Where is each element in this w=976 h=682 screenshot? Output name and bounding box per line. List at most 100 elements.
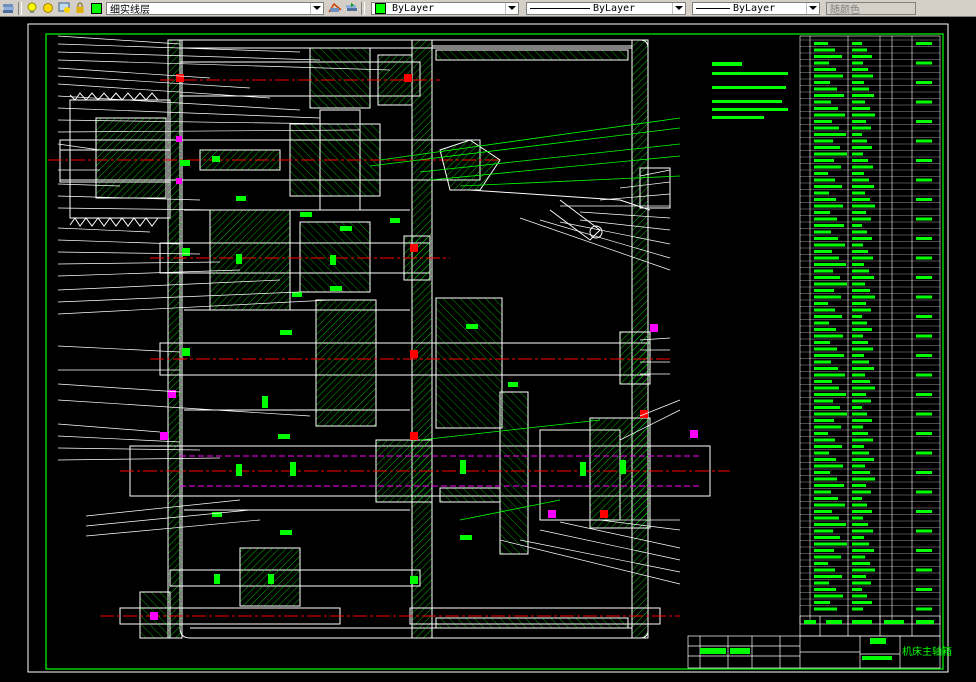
drawing-canvas[interactable]: 机床主轴箱 xyxy=(0,17,976,682)
bom-row-material-mark xyxy=(852,536,864,539)
chevron-down-icon[interactable] xyxy=(672,2,685,14)
bom-row-name-mark xyxy=(814,516,839,520)
lock-icon[interactable] xyxy=(73,2,87,15)
bom-row-material-mark xyxy=(852,458,874,461)
bom-row-name-mark xyxy=(814,568,835,572)
bom-row-material-mark xyxy=(852,328,872,331)
bom-row-material-mark xyxy=(852,360,869,364)
sun-freeze-icon[interactable] xyxy=(41,2,55,15)
bom-row-note-mark xyxy=(916,451,932,455)
bom-row-note-mark xyxy=(916,471,932,474)
bom-row-name-mark xyxy=(814,217,837,221)
bom-row-name-mark xyxy=(814,328,836,331)
bom-row-material-mark xyxy=(852,386,875,390)
bom-row-name-mark xyxy=(814,536,840,539)
bom-row-material-mark xyxy=(852,568,875,572)
bom-row-material-mark xyxy=(852,289,870,292)
bom-row-note-mark xyxy=(916,607,932,611)
shaft-lower xyxy=(100,547,680,639)
bom-row-name-mark xyxy=(814,120,832,123)
bom-row-name-mark xyxy=(814,256,839,260)
bom-row-name-mark xyxy=(814,94,844,97)
bom-row-note-mark xyxy=(916,373,932,377)
bom-row-material-mark xyxy=(852,575,866,578)
bom-row-name-mark xyxy=(814,581,829,585)
bom-row-note-mark xyxy=(916,393,932,396)
bom-row-material-mark xyxy=(852,100,865,104)
bom-row-material-mark xyxy=(852,120,866,123)
bom-row-material-mark xyxy=(852,81,864,84)
bom-row-material-mark xyxy=(852,380,870,383)
bom-row-name-mark xyxy=(814,575,842,578)
bom-row-name-mark xyxy=(814,191,829,195)
bom-row-name-mark xyxy=(814,373,845,377)
bom-row-note-mark xyxy=(916,256,932,260)
bom-row-material-mark xyxy=(852,139,867,143)
layer-dropdown[interactable]: 细实线层 xyxy=(106,1,324,16)
bom-row-material-mark xyxy=(852,61,863,65)
bom-row-material-mark xyxy=(852,542,869,546)
bom-row-material-mark xyxy=(852,601,872,604)
bom-row-name-mark xyxy=(814,237,838,240)
bom-row-name-mark xyxy=(814,360,831,364)
bom-row-material-mark xyxy=(852,172,864,175)
bom-row-material-mark xyxy=(852,295,875,299)
bom-row-name-mark xyxy=(814,276,840,279)
bom-row-name-mark xyxy=(814,432,828,435)
bom-row-material-mark xyxy=(852,406,862,409)
lineweight-preview xyxy=(696,7,730,9)
chevron-down-icon[interactable] xyxy=(806,2,819,14)
bom-row-material-mark xyxy=(852,185,874,188)
bom-row-material-mark xyxy=(852,334,863,338)
bom-row-name-mark xyxy=(814,269,833,273)
color-swatch xyxy=(375,2,386,14)
technical-requirements-note xyxy=(712,62,788,119)
bom-row-name-mark xyxy=(814,347,837,351)
bom-row-material-mark xyxy=(852,549,874,552)
color-control-dropdown[interactable]: ByLayer xyxy=(371,1,519,15)
bom-row-material-mark xyxy=(852,243,863,247)
bom-row-note-mark xyxy=(916,159,932,162)
bom-row-name-mark xyxy=(814,354,844,357)
bom-row-material-mark xyxy=(852,165,873,169)
bom-row-material-mark xyxy=(852,367,874,370)
bom-row-material-mark xyxy=(852,42,862,45)
bom-row-material-mark xyxy=(852,464,865,468)
lightbulb-icon[interactable] xyxy=(25,2,39,15)
make-object-layer-current-icon[interactable] xyxy=(328,2,342,15)
shaft-top xyxy=(160,47,440,109)
bom-row-note-mark xyxy=(916,120,932,123)
bom-row-name-mark xyxy=(814,510,832,513)
bom-row-name-mark xyxy=(814,185,842,188)
bom-row-name-mark xyxy=(814,61,829,65)
bom-row-material-mark xyxy=(852,354,864,357)
bom-row-note-mark xyxy=(916,100,932,104)
chevron-down-icon[interactable] xyxy=(310,2,323,14)
bom-row-material-mark xyxy=(852,315,862,318)
bom-row-note-mark xyxy=(916,568,932,572)
bom-row-name-mark xyxy=(814,464,843,468)
bom-row-material-mark xyxy=(852,588,862,591)
lineweight-control-dropdown[interactable]: ByLayer xyxy=(692,1,820,15)
bom-row-material-mark xyxy=(852,94,874,97)
bom-row-name-mark xyxy=(814,607,837,611)
bom-row-name-mark xyxy=(814,133,846,136)
linetype-control-dropdown[interactable]: ByLayer xyxy=(526,1,686,15)
layer-manager-icon[interactable] xyxy=(1,2,15,15)
shaft-3 xyxy=(150,297,670,429)
bom-row-name-mark xyxy=(814,315,842,318)
bom-row-note-mark xyxy=(916,61,932,65)
bom-row-material-mark xyxy=(852,204,875,208)
bom-row-name-mark xyxy=(814,549,834,552)
bom-row-material-mark xyxy=(852,451,869,455)
layer-previous-icon[interactable] xyxy=(344,2,358,15)
bom-row-material-mark xyxy=(852,308,871,312)
chevron-down-icon[interactable] xyxy=(505,2,518,14)
bom-row-name-mark xyxy=(814,555,841,559)
bom-row-name-mark xyxy=(814,588,836,591)
bom-row-name-mark xyxy=(814,523,846,526)
bom-row-material-mark xyxy=(852,178,869,182)
bom-row-material-mark xyxy=(852,217,871,221)
viewport-freeze-icon[interactable] xyxy=(57,2,71,15)
bom-row-note-mark xyxy=(916,529,932,533)
